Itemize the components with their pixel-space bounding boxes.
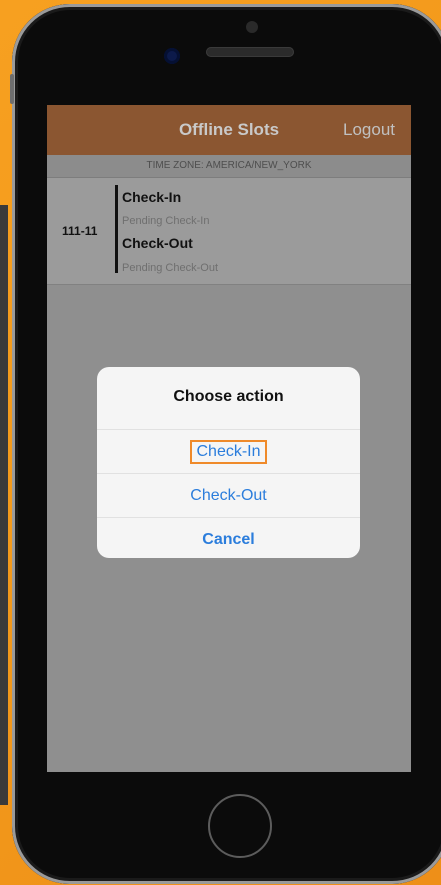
sensor-dot [246,21,258,33]
timezone-banner: TIME ZONE: AMERICA/NEW_YORK [47,155,411,178]
nav-bar: Offline Slots Logout [47,105,411,155]
checkout-action-button[interactable]: Check-Out [97,474,360,518]
dialog-title: Choose action [97,367,360,430]
app-screen: Offline Slots Logout TIME ZONE: AMERICA/… [47,105,411,772]
checkout-title: Check-Out [122,235,193,251]
slot-divider [115,185,118,273]
cancel-button[interactable]: Cancel [97,518,360,558]
background-strip [0,205,8,805]
page-title: Offline Slots [178,120,280,139]
slot-row[interactable]: 111-11 Check-In Pending Check-In Check-O… [47,178,411,285]
home-button[interactable] [208,794,272,858]
checkin-action-label: Check-In [190,440,267,464]
checkin-title: Check-In [122,189,182,205]
earpiece-speaker [206,47,294,57]
action-dialog: Choose action Check-In Check-Out Cancel [97,367,360,558]
checkin-action-button[interactable]: Check-In [97,430,360,474]
logout-button[interactable]: Logout [343,105,395,155]
phone-side-button [10,74,14,104]
checkout-status: Pending Check-Out [122,262,218,274]
front-camera-icon [164,48,180,64]
slot-id: 111-11 [62,224,98,238]
checkin-status: Pending Check-In [122,215,210,227]
